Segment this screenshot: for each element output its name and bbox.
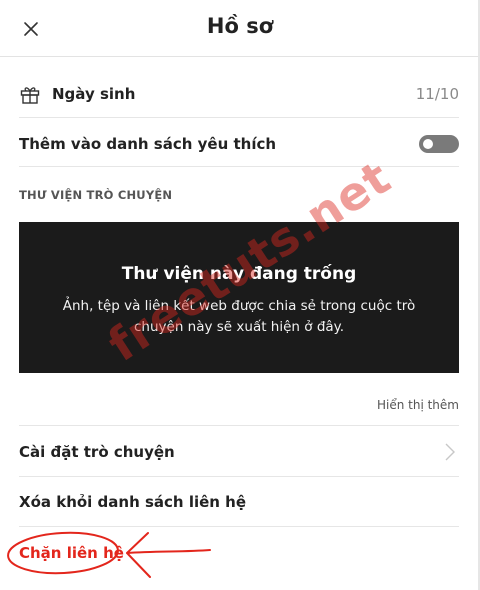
- gift-icon: [20, 87, 40, 104]
- remove-contact-item[interactable]: Xóa khỏi danh sách liên hệ: [19, 482, 459, 522]
- library-empty-title: Thư viện này đang trống: [121, 264, 357, 284]
- divider: [19, 476, 459, 477]
- chat-settings-label: Cài đặt trò chuyện: [19, 443, 175, 461]
- header-bar: Hồ sơ: [0, 0, 480, 57]
- chevron-right-icon: [445, 443, 455, 461]
- divider: [19, 425, 459, 426]
- toggle-knob: [423, 139, 433, 149]
- birthday-label: Ngày sinh: [52, 85, 136, 103]
- favorites-label: Thêm vào danh sách yêu thích: [19, 135, 277, 153]
- chat-settings-item[interactable]: Cài đặt trò chuyện: [19, 432, 459, 472]
- show-more-link[interactable]: Hiển thị thêm: [377, 398, 459, 412]
- birthday-row: Ngày sinh 11/10: [19, 75, 459, 113]
- block-contact-item[interactable]: Chặn liên hệ: [19, 532, 459, 574]
- divider: [19, 526, 459, 527]
- page-title: Hồ sơ: [206, 14, 274, 38]
- divider: [19, 117, 459, 118]
- favorites-toggle[interactable]: [419, 135, 459, 153]
- section-title-library: THƯ VIỆN TRÒ CHUYỆN: [19, 188, 173, 202]
- favorites-row: Thêm vào danh sách yêu thích: [19, 126, 459, 162]
- block-contact-label: Chặn liên hệ: [19, 544, 124, 562]
- birthday-value: 11/10: [415, 85, 459, 103]
- library-empty-description: Ảnh, tệp và liên kết web được chia sẻ tr…: [62, 298, 416, 335]
- remove-contact-label: Xóa khỏi danh sách liên hệ: [19, 493, 247, 511]
- divider: [19, 166, 459, 167]
- library-empty-panel: Thư viện này đang trống Ảnh, tệp và liên…: [19, 222, 459, 373]
